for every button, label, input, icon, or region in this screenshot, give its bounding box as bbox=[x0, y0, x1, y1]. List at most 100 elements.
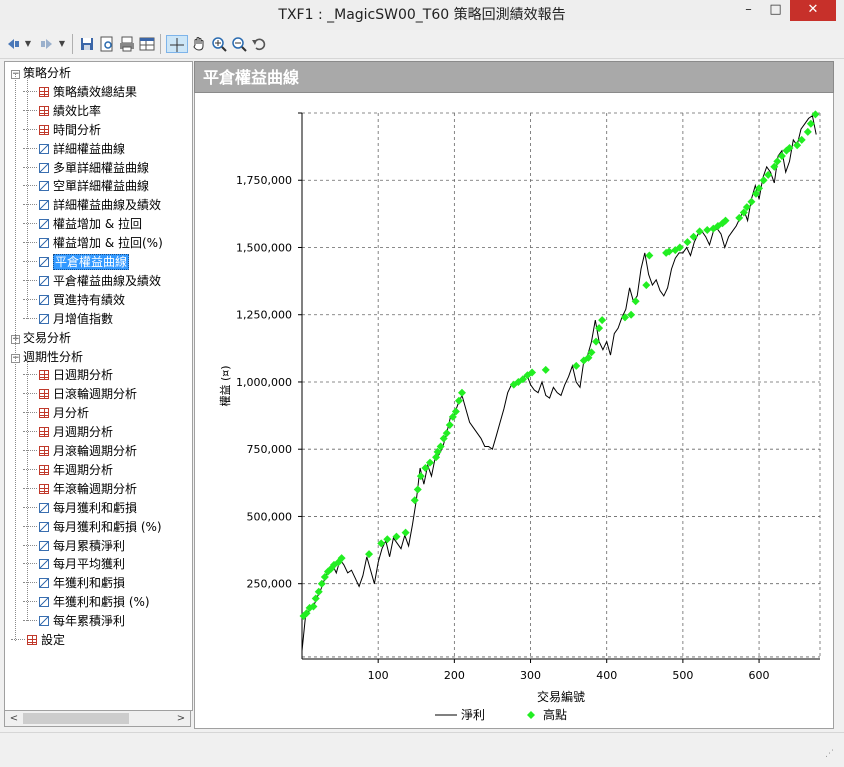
tree-connector bbox=[23, 620, 37, 622]
tree-horizontal-scrollbar[interactable]: < > bbox=[4, 710, 191, 727]
tree-item[interactable]: 日滾輪週期分析 bbox=[23, 385, 137, 403]
tree-item-label: 設定 bbox=[41, 633, 66, 647]
tree-item[interactable]: 績效比率 bbox=[23, 102, 101, 120]
tree-group[interactable]: − 策略分析 bbox=[11, 64, 71, 82]
chart-report-icon bbox=[39, 143, 49, 154]
tree-item[interactable]: 權益增加 & 拉回(%) bbox=[23, 234, 163, 252]
undo-zoom-icon[interactable] bbox=[250, 35, 268, 53]
tree-item[interactable]: 每月累積淨利 bbox=[23, 537, 125, 555]
tree-item[interactable]: 月週期分析 bbox=[23, 423, 113, 441]
save-icon[interactable] bbox=[78, 35, 96, 53]
nav-back-dropdown-icon[interactable]: ▼ bbox=[24, 35, 32, 53]
x-tick-label: 100 bbox=[368, 669, 389, 682]
tree-group[interactable]: + 交易分析 bbox=[11, 329, 71, 347]
tree-connector bbox=[23, 468, 37, 470]
navigation-tree[interactable]: − 策略分析 策略績效總結果 績效比率 時間分析 詳細權益曲線多單詳細權益曲線 空單詳細權益… bbox=[4, 61, 193, 711]
x-tick-label: 500 bbox=[672, 669, 693, 682]
tree-item[interactable]: 策略績效總結果 bbox=[23, 83, 137, 101]
crosshair-icon[interactable] bbox=[166, 35, 188, 53]
tree-item[interactable]: 月增值指數 bbox=[23, 310, 113, 328]
nav-back-icon[interactable] bbox=[4, 35, 22, 53]
tree-connector bbox=[23, 166, 37, 168]
tree-item[interactable]: 月滾輪週期分析 bbox=[23, 442, 137, 460]
tree-item[interactable]: 每月獲利和虧損 bbox=[23, 499, 137, 517]
scroll-left-icon[interactable]: < bbox=[6, 711, 22, 726]
tree-item-label: 權益增加 & 拉回(%) bbox=[53, 236, 163, 251]
minimize-button[interactable]: – bbox=[735, 0, 762, 21]
tree-item-label: 月週期分析 bbox=[53, 425, 114, 440]
tree-item[interactable]: 空單詳細權益曲線 bbox=[23, 177, 149, 195]
tree-connector bbox=[23, 204, 37, 206]
table-report-icon bbox=[39, 124, 49, 135]
tree-item[interactable]: 每年累積淨利 bbox=[23, 612, 125, 630]
tree-group[interactable]: − 週期性分析 bbox=[11, 348, 83, 366]
tree-connector bbox=[23, 450, 37, 451]
chart-area[interactable]: 250,000 500,000 750,000 1,000,000 1,250,000 1… bbox=[194, 93, 834, 729]
close-button[interactable]: ✕ bbox=[790, 0, 836, 21]
tree-connector bbox=[23, 298, 37, 300]
nav-forward-dropdown-icon[interactable]: ▼ bbox=[58, 35, 66, 53]
tree-group[interactable]: 設定 bbox=[11, 631, 65, 649]
tree-connector bbox=[27, 78, 28, 319]
high-point-marker bbox=[401, 528, 410, 537]
tree-connector bbox=[27, 361, 28, 622]
high-point-marker bbox=[645, 251, 654, 260]
high-point-marker bbox=[777, 152, 786, 161]
tree-item[interactable]: 年獲利和虧損 bbox=[23, 574, 125, 592]
tree-item[interactable]: 詳細權益曲線及績效 bbox=[23, 196, 161, 214]
tree-item[interactable]: 平倉權益曲線 bbox=[23, 253, 130, 271]
tree-item[interactable]: 年週期分析 bbox=[23, 461, 113, 479]
maximize-button[interactable]: □ bbox=[762, 0, 789, 21]
zoom-out-icon[interactable] bbox=[230, 35, 248, 53]
y-tick-label: 1,500,000 bbox=[236, 241, 292, 254]
high-point-marker bbox=[703, 226, 712, 234]
series-line-net-profit bbox=[301, 114, 817, 651]
scroll-thumb[interactable] bbox=[23, 713, 129, 724]
tree-item[interactable]: 日週期分析 bbox=[23, 366, 113, 384]
y-tick-label: 500,000 bbox=[247, 510, 293, 523]
high-point-marker bbox=[598, 316, 607, 325]
table-report-icon bbox=[39, 389, 49, 400]
tree-item-label: 多單詳細權益曲線 bbox=[53, 160, 150, 175]
table-report-icon bbox=[39, 427, 49, 438]
tree-item[interactable]: 每月獲利和虧損 (%) bbox=[23, 518, 162, 536]
zoom-in-icon[interactable] bbox=[210, 35, 228, 53]
tree-item-label: 週期性分析 bbox=[23, 349, 84, 364]
chart-report-icon bbox=[39, 616, 49, 627]
tree-item-label: 每月獲利和虧損 bbox=[53, 500, 138, 515]
tree-item-label: 空單詳細權益曲線 bbox=[53, 179, 150, 194]
pan-hand-icon[interactable] bbox=[190, 35, 208, 53]
x-tick-label: 600 bbox=[749, 669, 770, 682]
print-preview-icon[interactable] bbox=[98, 35, 116, 53]
tree-item[interactable]: 平倉權益曲線及績效 bbox=[23, 272, 161, 290]
y-tick-label: 250,000 bbox=[247, 578, 293, 591]
high-point-marker bbox=[317, 579, 326, 588]
resize-grip-icon[interactable]: ⋰ bbox=[825, 749, 834, 759]
tree-item[interactable]: 月分析 bbox=[23, 404, 89, 422]
tree-item-label: 平倉權益曲線及績效 bbox=[53, 273, 162, 288]
tree-item-label: 月分析 bbox=[53, 406, 90, 421]
tree-item[interactable]: 詳細權益曲線 bbox=[23, 140, 125, 158]
tree-item[interactable]: 多單詳細權益曲線 bbox=[23, 159, 149, 177]
x-tick-label: 300 bbox=[520, 669, 541, 682]
nav-forward-icon[interactable] bbox=[38, 35, 56, 53]
tree-item[interactable]: 年獲利和虧損 (%) bbox=[23, 593, 150, 611]
tree-connector bbox=[23, 185, 37, 187]
print-icon[interactable] bbox=[118, 35, 136, 53]
chart-report-icon bbox=[39, 559, 49, 570]
tree-connector bbox=[11, 639, 25, 640]
high-point-marker bbox=[642, 281, 651, 290]
tree-item-label: 每年累積淨利 bbox=[53, 614, 126, 629]
scroll-right-icon[interactable]: > bbox=[173, 711, 189, 726]
tree-item[interactable]: 時間分析 bbox=[23, 121, 101, 139]
equity-chart[interactable]: 250,000 500,000 750,000 1,000,000 1,250,000 1… bbox=[195, 93, 833, 727]
title-bar[interactable]: TXF1 : _MagicSW00_T60 策略回測績效報告 – □ ✕ bbox=[0, 0, 844, 31]
chart-report-icon bbox=[39, 313, 49, 324]
tree-item-label: 年滾輪週期分析 bbox=[53, 481, 138, 496]
tree-item[interactable]: 年滾輪週期分析 bbox=[23, 480, 137, 498]
tree-item-label: 年獲利和虧損 (%) bbox=[53, 595, 150, 610]
tree-item[interactable]: 每月平均獲利 bbox=[23, 555, 125, 573]
tree-item[interactable]: 權益增加 & 拉回 bbox=[23, 215, 142, 233]
table-view-icon[interactable] bbox=[138, 35, 156, 53]
tree-item[interactable]: 買進持有績效 bbox=[23, 291, 125, 309]
